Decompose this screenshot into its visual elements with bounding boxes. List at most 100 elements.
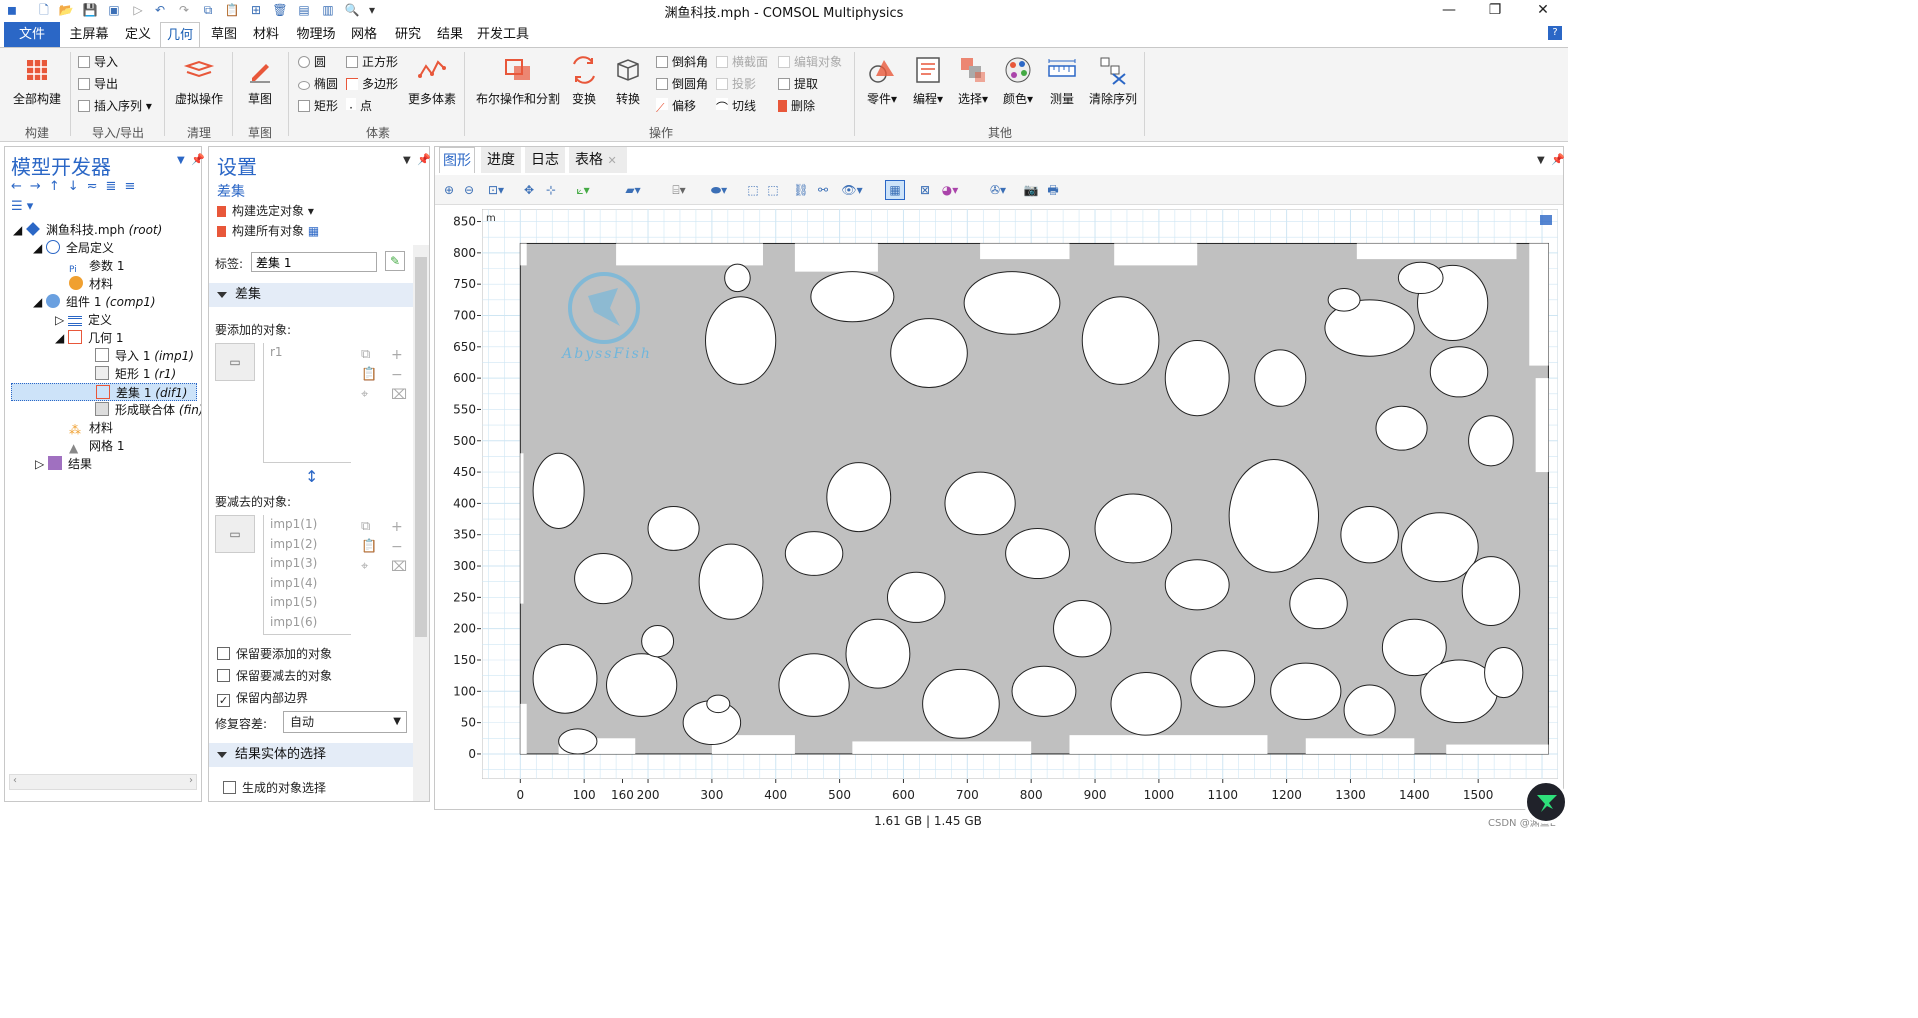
grid-toggle-icon[interactable]: ▦: [885, 180, 905, 200]
sketch-button[interactable]: 草图: [238, 54, 282, 107]
settings-pin-icon[interactable]: 📌: [417, 153, 431, 166]
conversions-button[interactable]: 转换: [610, 54, 646, 107]
render-icon[interactable]: ✇▾: [983, 182, 1013, 198]
extract-button[interactable]: 提取: [778, 74, 818, 94]
zoom-selected-icon[interactable]: ⊹: [543, 182, 559, 198]
point-button[interactable]: · 点: [346, 96, 372, 116]
maximize-button[interactable]: ❐: [1472, 0, 1518, 22]
print-icon[interactable]: 🖶: [1045, 182, 1061, 198]
add-list-pm[interactable]: + − ⌧: [391, 345, 407, 405]
build-selected-button[interactable]: 构建选定对象 ▾: [217, 202, 314, 219]
hide-icon[interactable]: ⚯: [815, 182, 831, 198]
tree-horizontal-scrollbar[interactable]: ‹ ›: [9, 774, 197, 790]
assistant-icon[interactable]: [1524, 780, 1568, 824]
virtual-operations-button[interactable]: 虚拟操作: [170, 54, 228, 107]
settings-menu-icon[interactable]: ▼: [403, 155, 411, 166]
tab-developer[interactable]: 开发工具: [474, 22, 532, 47]
select-objects-icon[interactable]: ⌸▾: [665, 182, 693, 198]
tree-node-results[interactable]: ▷ 结果: [35, 455, 92, 473]
tree-node-parameters[interactable]: Pi 参数 1: [69, 257, 124, 275]
pin-icon[interactable]: 📌: [191, 153, 205, 166]
list-item[interactable]: imp1(1): [264, 515, 351, 535]
list-item[interactable]: imp1(4): [264, 574, 351, 594]
insert-sequence-button[interactable]: 插入序列 ▾: [78, 96, 152, 116]
scene-light-icon[interactable]: ▰▾: [619, 182, 647, 198]
chamfer-button[interactable]: 倒斜角: [656, 52, 708, 72]
offset-button[interactable]: ⟋ 偏移: [656, 96, 696, 116]
checkbox-box[interactable]: [217, 669, 230, 682]
parts-button[interactable]: 零件▾: [862, 54, 902, 107]
delete-entities-button[interactable]: 删除: [778, 96, 815, 116]
checkbox-box[interactable]: ✓: [217, 694, 230, 707]
build-all-button[interactable]: 全部构建: [8, 54, 66, 107]
repair-tolerance-select[interactable]: 自动 ▼: [283, 711, 407, 733]
tree-node-component[interactable]: ◢ 组件 1 (comp1): [33, 293, 156, 311]
booleans-partitions-button[interactable]: 布尔操作和分割: [472, 54, 564, 107]
colors-button[interactable]: 颜色▾: [998, 54, 1038, 107]
tab-materials[interactable]: 材料: [246, 22, 286, 47]
tree-node-materials[interactable]: ⁂ 材料: [69, 419, 113, 437]
settings-scrollbar[interactable]: [413, 245, 429, 801]
list-item[interactable]: imp1(5): [264, 593, 351, 613]
zoom-box-icon[interactable]: ⊡▾: [483, 182, 509, 198]
tab-sketch[interactable]: 草图: [204, 22, 244, 47]
objects-to-add-list[interactable]: r1: [263, 343, 351, 463]
tab-physics[interactable]: 物理场: [290, 22, 342, 47]
tab-table[interactable]: 表格 ✕: [569, 147, 627, 173]
tree-node-import[interactable]: 导入 1 (imp1): [95, 347, 194, 365]
tab-file[interactable]: 文件: [4, 22, 60, 47]
activate-selection-subtract-icon[interactable]: ▭: [215, 515, 255, 553]
minimize-button[interactable]: —: [1426, 0, 1472, 22]
ellipse-button[interactable]: 椭圆: [298, 74, 338, 94]
subtract-list-pm[interactable]: + − ⌧: [391, 517, 407, 577]
tree-node-geometry[interactable]: ◢ 几何 1: [55, 329, 124, 347]
zoom-out-icon[interactable]: ⊖: [461, 182, 477, 198]
cross-section-button[interactable]: 横截面: [716, 52, 768, 72]
checkbox-box[interactable]: [217, 647, 230, 660]
tree-node-global-definitions[interactable]: ◢ 全局定义: [33, 239, 114, 257]
tab-geometry[interactable]: 几何: [160, 22, 200, 47]
selections-button[interactable]: 选择▾: [953, 54, 993, 107]
tree-node-rectangle[interactable]: 矩形 1 (r1): [95, 365, 176, 383]
tab-home[interactable]: 主屏幕: [64, 22, 114, 47]
close-button[interactable]: ✕: [1520, 0, 1566, 22]
tree-node-mesh[interactable]: ▲ 网格 1: [69, 437, 124, 455]
tree-node-definitions[interactable]: ▷ 定义: [55, 311, 112, 329]
list-item[interactable]: imp1(3): [264, 554, 351, 574]
more-primitives-button[interactable]: 更多体素: [404, 54, 460, 107]
build-all-objects-button[interactable]: 构建所有对象 ▦: [217, 222, 319, 239]
tree-node-root[interactable]: ◢ 渊鱼科技.mph (root): [13, 221, 162, 239]
polygon-button[interactable]: 多边形: [346, 74, 398, 94]
transforms-button[interactable]: 变换: [566, 54, 602, 107]
tab-results[interactable]: 结果: [430, 22, 470, 47]
tab-progress[interactable]: 进度: [481, 147, 521, 173]
keep-interior-checkbox[interactable]: ✓ 保留内部边界: [217, 689, 308, 707]
camera-icon[interactable]: 📷: [1023, 182, 1039, 198]
import-button[interactable]: 导入: [78, 52, 118, 72]
circle-button[interactable]: 圆: [298, 52, 326, 72]
select-domains-icon[interactable]: ⬬▾: [705, 182, 733, 198]
projection-button[interactable]: 投影: [716, 74, 756, 94]
fillet-button[interactable]: 倒圆角: [656, 74, 708, 94]
tree-node-difference[interactable]: 差集 1 (dif1): [11, 383, 197, 401]
tab-mesh[interactable]: 网格: [344, 22, 384, 47]
subtract-list-tools[interactable]: ⧉ 📋 ⌖: [361, 517, 377, 577]
square-button[interactable]: 正方形: [346, 52, 398, 72]
edit-object-button[interactable]: 编辑对象: [778, 52, 842, 72]
zoom-in-icon[interactable]: ⊕: [441, 182, 457, 198]
tab-log[interactable]: 日志: [525, 147, 565, 173]
list-item[interactable]: imp1(2): [264, 535, 351, 555]
export-button[interactable]: 导出: [78, 74, 118, 94]
swap-arrows-icon[interactable]: ↕: [305, 467, 318, 486]
label-edit-icon[interactable]: ✎: [385, 251, 405, 271]
panel-menu-icon[interactable]: ▼: [177, 155, 185, 166]
tangent-button[interactable]: ⌒ 切线: [716, 96, 756, 116]
keep-subtract-checkbox[interactable]: 保留要减去的对象: [217, 667, 332, 684]
reset-hiding-icon[interactable]: ⊠: [917, 182, 933, 198]
tree-options-icon[interactable]: ☰ ▾: [11, 199, 33, 214]
graphics-menu-icon[interactable]: ▼: [1537, 155, 1545, 166]
section-difference-header[interactable]: 差集: [209, 283, 413, 307]
measure-button[interactable]: 测量: [1042, 54, 1082, 107]
tab-study[interactable]: 研究: [388, 22, 428, 47]
rectangle-button[interactable]: 矩形: [298, 96, 338, 116]
